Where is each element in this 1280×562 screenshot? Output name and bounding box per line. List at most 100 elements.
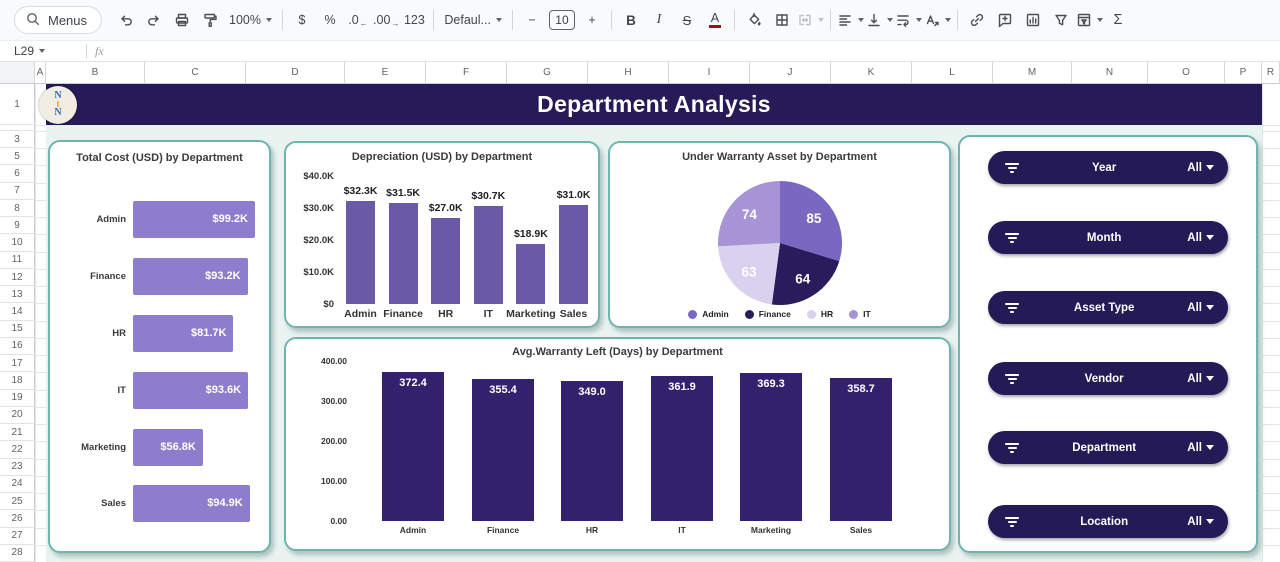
- column-header[interactable]: D: [246, 62, 345, 84]
- row-header[interactable]: 9: [0, 217, 35, 234]
- row-header[interactable]: 14: [0, 303, 35, 320]
- column-header[interactable]: E: [345, 62, 426, 84]
- decrease-font-size-button[interactable]: −: [519, 7, 545, 33]
- total-cost-chart-card[interactable]: Total Cost (USD) by DepartmentAdmin$99.2…: [48, 140, 271, 553]
- italic-button[interactable]: I: [646, 7, 672, 33]
- row-header[interactable]: 15: [0, 321, 35, 338]
- row-header[interactable]: 23: [0, 459, 35, 476]
- print-button[interactable]: [169, 7, 195, 33]
- fill-color-button[interactable]: [741, 7, 767, 33]
- row-header[interactable]: 1: [0, 84, 35, 125]
- bold-button[interactable]: B: [618, 7, 644, 33]
- column-header[interactable]: P: [1225, 62, 1262, 84]
- column-header[interactable]: R: [1262, 62, 1280, 84]
- column-header[interactable]: G: [507, 62, 588, 84]
- vertical-align-button[interactable]: [866, 7, 893, 33]
- row-header[interactable]: 8: [0, 200, 35, 217]
- insert-comment-button[interactable]: [992, 7, 1018, 33]
- text-color-button[interactable]: A: [702, 7, 728, 33]
- chevron-down-icon: [887, 18, 893, 22]
- select-all-corner[interactable]: [0, 62, 35, 84]
- chart-title: Depreciation (USD) by Department: [286, 151, 598, 163]
- row-header[interactable]: 6: [0, 165, 35, 182]
- column-header[interactable]: N: [1072, 62, 1148, 84]
- row-header[interactable]: 20: [0, 407, 35, 424]
- decrease-decimals-button[interactable]: .0←: [345, 7, 371, 33]
- row-header[interactable]: 12: [0, 269, 35, 286]
- slicer-label: Location: [1021, 516, 1187, 528]
- slicer-location[interactable]: LocationAll: [988, 505, 1228, 538]
- chevron-down-icon: [945, 18, 951, 22]
- column-header[interactable]: A: [35, 62, 46, 84]
- menus-button[interactable]: Menus: [14, 6, 102, 34]
- row-header[interactable]: 28: [0, 545, 35, 562]
- row-header[interactable]: 3: [0, 131, 35, 148]
- depreciation-chart-card[interactable]: Depreciation (USD) by Department$40.0K$3…: [284, 141, 600, 328]
- slicer-department[interactable]: DepartmentAll: [988, 431, 1228, 464]
- column-header[interactable]: L: [912, 62, 993, 84]
- font-size-input[interactable]: 10: [547, 7, 577, 33]
- borders-icon: [774, 12, 790, 28]
- strikethrough-button[interactable]: S: [674, 7, 700, 33]
- row-header[interactable]: 5: [0, 148, 35, 165]
- row-header[interactable]: 10: [0, 234, 35, 251]
- avg-warranty-chart-card[interactable]: Avg.Warranty Left (Days) by Department40…: [284, 337, 951, 551]
- row-header[interactable]: 7: [0, 183, 35, 200]
- bar-value-label: $31.5K: [373, 187, 433, 199]
- row-header[interactable]: 26: [0, 510, 35, 527]
- zoom-select[interactable]: 100%: [225, 7, 276, 33]
- spreadsheet-grid[interactable]: 1356789101112131415161718192021222324252…: [0, 84, 1280, 562]
- create-filter-button[interactable]: [1048, 7, 1074, 33]
- borders-button[interactable]: [769, 7, 795, 33]
- horizontal-align-button[interactable]: [837, 7, 864, 33]
- row-header[interactable]: 11: [0, 252, 35, 269]
- row-header[interactable]: 19: [0, 390, 35, 407]
- redo-button[interactable]: [141, 7, 167, 33]
- slicer-year[interactable]: YearAll: [988, 151, 1228, 184]
- row-header[interactable]: 16: [0, 338, 35, 355]
- font-family-select[interactable]: Defaul...: [440, 7, 506, 33]
- row-header[interactable]: 13: [0, 286, 35, 303]
- vertical-align-icon: [866, 12, 882, 28]
- chevron-down-icon: [1206, 165, 1214, 170]
- text-rotation-button[interactable]: [924, 7, 951, 33]
- column-header[interactable]: H: [588, 62, 669, 84]
- column-header[interactable]: J: [750, 62, 831, 84]
- functions-button[interactable]: Σ: [1105, 7, 1131, 33]
- column-header[interactable]: O: [1148, 62, 1225, 84]
- column-header[interactable]: K: [831, 62, 912, 84]
- row-header[interactable]: 22: [0, 441, 35, 458]
- under-warranty-pie-card[interactable]: Under Warranty Asset by Department856463…: [608, 141, 951, 328]
- increase-font-size-button-label: +: [588, 13, 595, 27]
- slicer-asset-type[interactable]: Asset TypeAll: [988, 291, 1228, 324]
- undo-button[interactable]: [113, 7, 139, 33]
- percent-format-button[interactable]: %: [317, 7, 343, 33]
- column-header[interactable]: B: [46, 62, 145, 84]
- column-header[interactable]: M: [993, 62, 1072, 84]
- insert-link-button[interactable]: [964, 7, 990, 33]
- row-header[interactable]: 18: [0, 372, 35, 389]
- name-box[interactable]: L29: [0, 44, 78, 58]
- slicer-vendor[interactable]: VendorAll: [988, 362, 1228, 395]
- decrease-decimals-button-label: .0: [348, 13, 358, 27]
- row-header[interactable]: 24: [0, 476, 35, 493]
- number-format-button[interactable]: 123: [401, 7, 427, 33]
- insert-chart-button[interactable]: [1020, 7, 1046, 33]
- filter-views-button[interactable]: [1076, 7, 1103, 33]
- row-header[interactable]: 17: [0, 355, 35, 372]
- slicer-month[interactable]: MonthAll: [988, 221, 1228, 254]
- increase-decimals-button[interactable]: .00→: [373, 7, 399, 33]
- column-header[interactable]: F: [426, 62, 507, 84]
- currency-format-button[interactable]: $: [289, 7, 315, 33]
- fx-icon[interactable]: fx: [95, 44, 104, 59]
- row-header[interactable]: 25: [0, 493, 35, 510]
- increase-font-size-button[interactable]: +: [579, 7, 605, 33]
- text-wrap-button[interactable]: [895, 7, 922, 33]
- column-header[interactable]: I: [669, 62, 750, 84]
- y-axis-tick: 300.00: [286, 396, 347, 406]
- merge-cells-button[interactable]: [797, 7, 824, 33]
- column-header[interactable]: C: [145, 62, 246, 84]
- paint-format-button[interactable]: [197, 7, 223, 33]
- row-header[interactable]: 21: [0, 424, 35, 441]
- row-header[interactable]: 27: [0, 528, 35, 545]
